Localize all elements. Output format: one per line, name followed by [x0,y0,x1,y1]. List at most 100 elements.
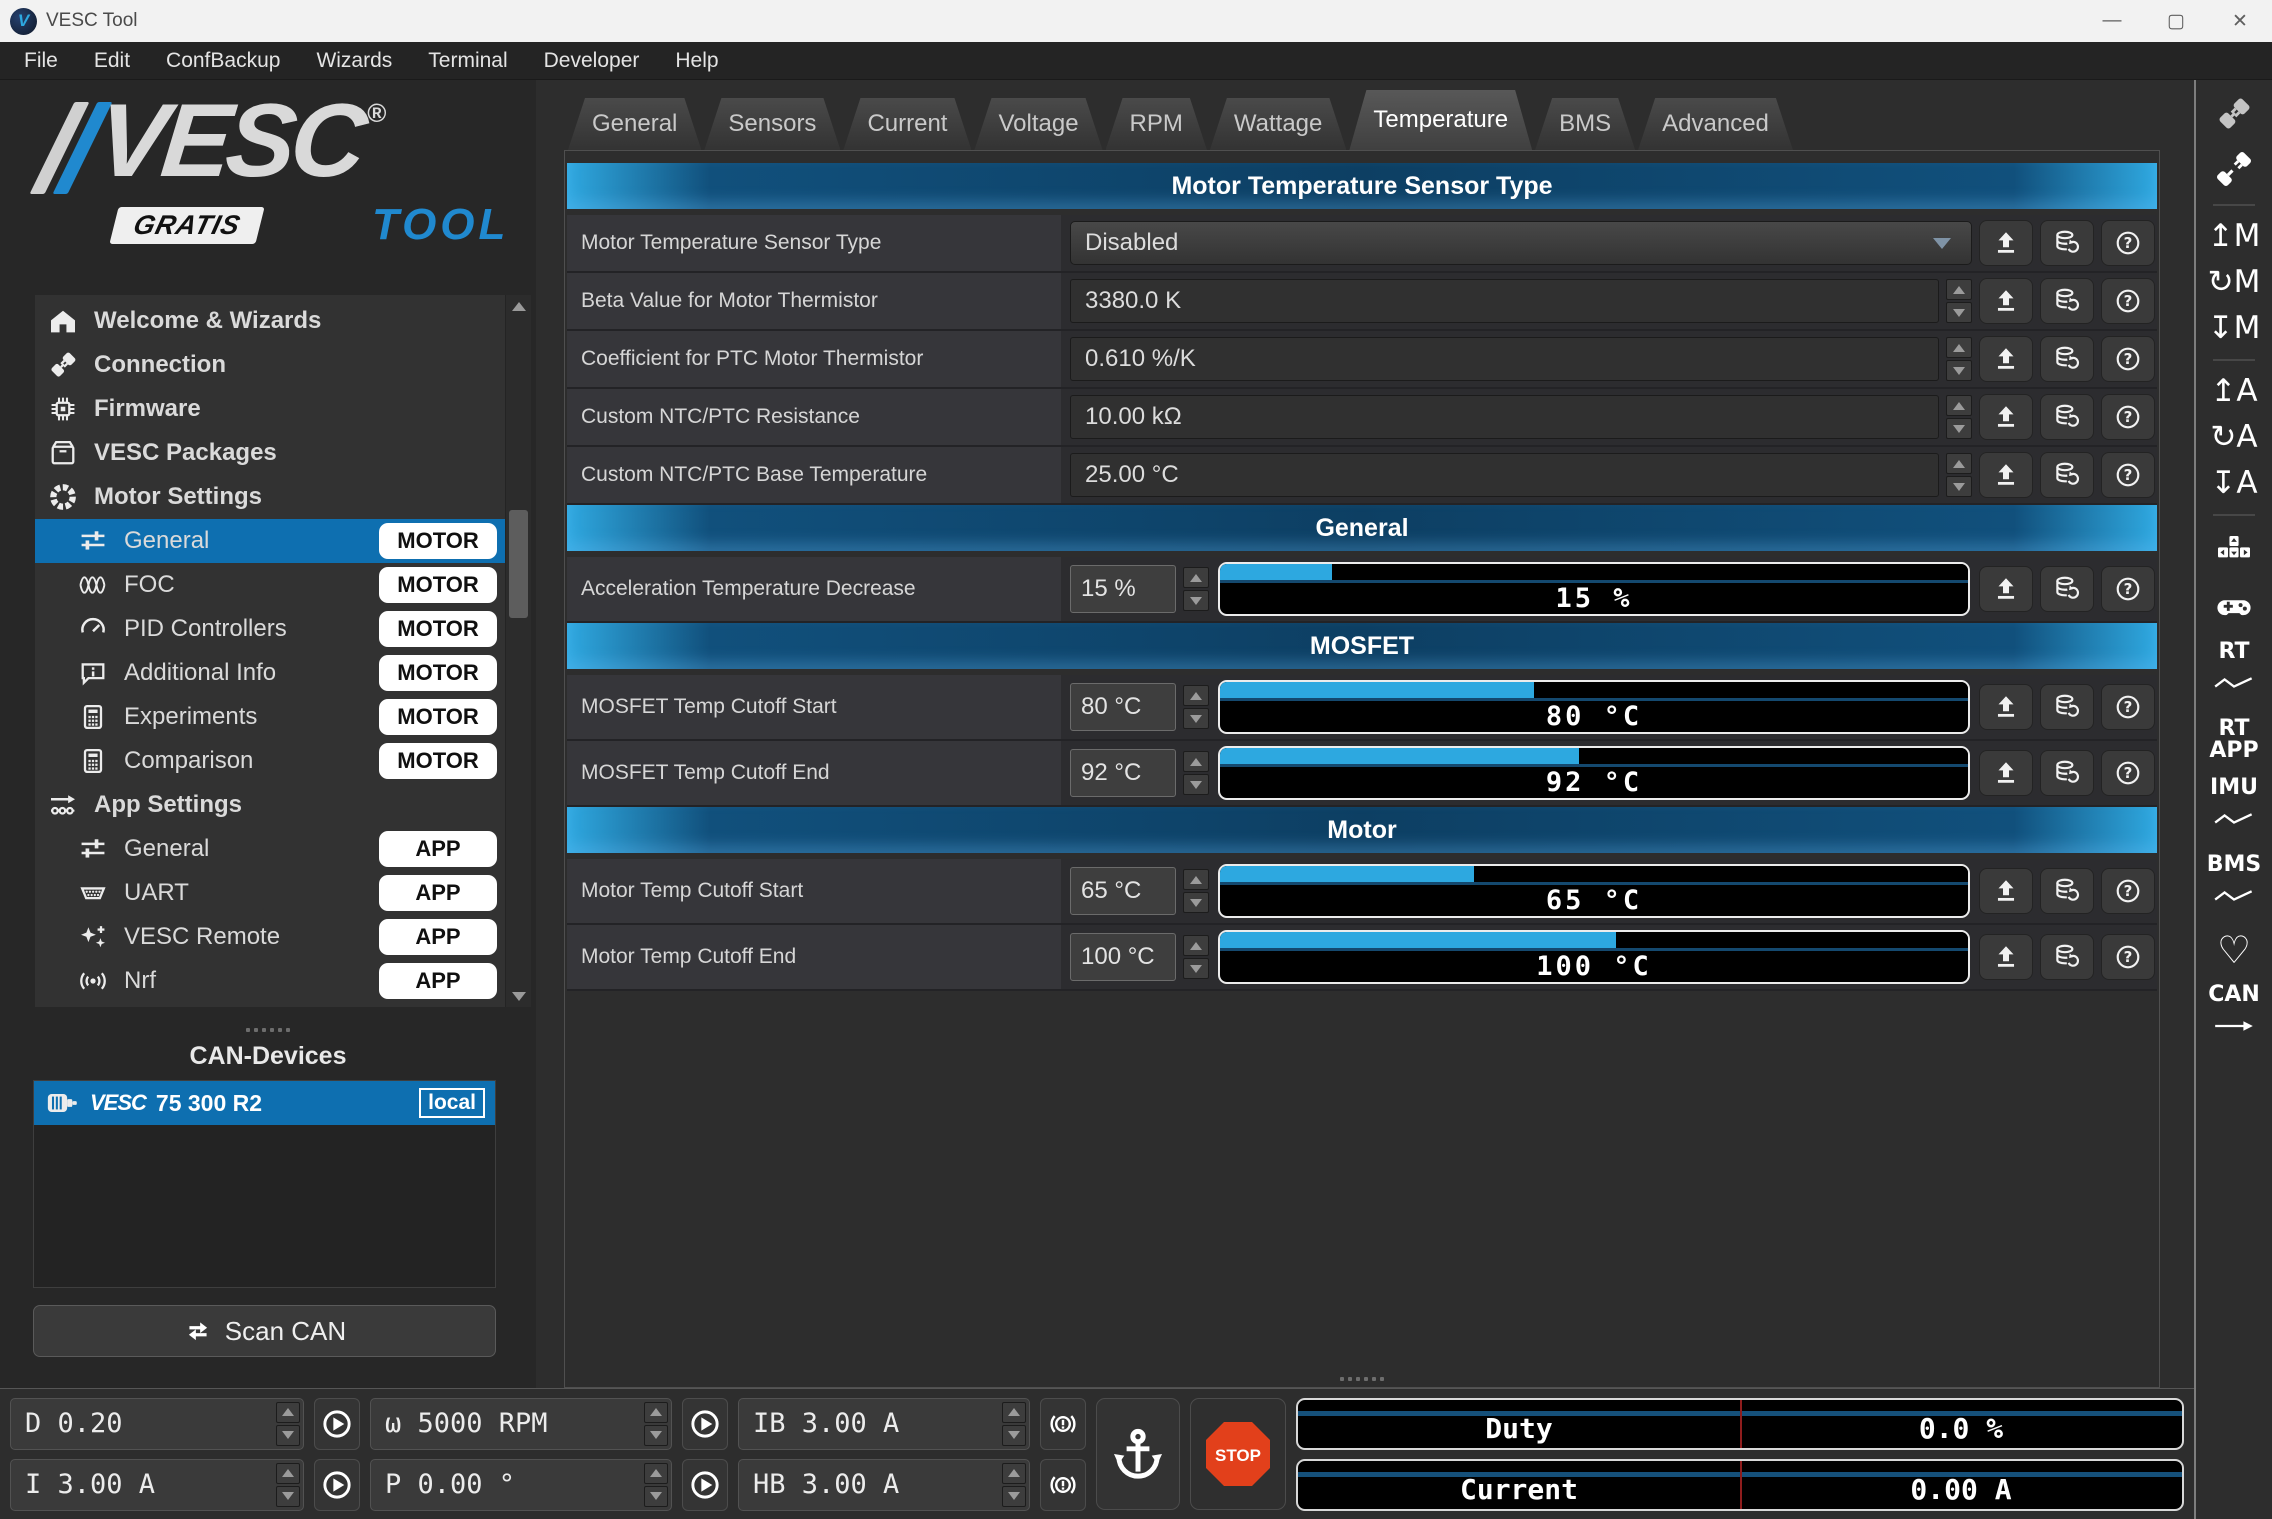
mosfet-cutoff-end-field[interactable]: 92 °C [1070,749,1176,797]
restore-default-button[interactable] [2040,278,2094,324]
value-stepper[interactable] [1946,279,1972,323]
mosfet-cutoff-start-field[interactable]: 80 °C [1070,683,1176,731]
connect-button[interactable] [2214,94,2254,134]
splitter-handle[interactable] [565,1377,2159,1381]
value-stepper[interactable] [999,1399,1029,1449]
sidebar-item-motor-general[interactable]: General MOTOR [35,519,531,563]
beta-value-field[interactable]: 3380.0 K [1070,279,1939,323]
sidebar-item-welcome-wizards[interactable]: Welcome & Wizards [35,299,531,343]
ntc-resistance-field[interactable]: 10.00 kΩ [1070,395,1939,439]
close-button[interactable]: ✕ [2208,0,2272,42]
handbrake-button[interactable] [1040,1459,1086,1511]
imu-data-button[interactable]: IMU [2210,777,2258,839]
menu-developer[interactable]: Developer [528,42,656,79]
sidebar-item-app-settings[interactable]: App Settings [35,783,531,827]
can-device-item[interactable]: VESC 75 300 R2 local [34,1081,495,1125]
bms-data-button[interactable]: BMS [2207,854,2262,916]
brake-button[interactable] [1040,1398,1086,1450]
scroll-up-icon[interactable] [506,295,531,317]
value-stepper[interactable] [1183,567,1209,611]
motor-cutoff-end-field[interactable]: 100 °C [1070,933,1176,981]
restore-default-button[interactable] [2040,452,2094,498]
sidebar-item-connection[interactable]: Connection [35,343,531,387]
current-setpoint-field[interactable]: I 3.00 A [10,1459,304,1511]
sidebar-item-uart[interactable]: UART APP [35,871,531,915]
rpm-setpoint-field[interactable]: ω 5000 RPM [370,1398,672,1450]
accel-temp-decrease-field[interactable]: 15 % [1070,565,1176,613]
tab-advanced[interactable]: Advanced [1638,98,1793,150]
sidebar-item-vesc-remote[interactable]: VESC Remote APP [35,915,531,959]
run-current-button[interactable] [314,1459,360,1511]
motor-cutoff-start-field[interactable]: 65 °C [1070,867,1176,915]
help-button[interactable] [2101,336,2155,382]
motor-cutoff-start-slider[interactable]: 65 °C [1218,864,1970,918]
motor-cutoff-end-slider[interactable]: 100 °C [1218,930,1970,984]
help-button[interactable] [2101,220,2155,266]
sidebar-item-experiments[interactable]: Experiments MOTOR [35,695,531,739]
write-value-button[interactable] [1979,934,2033,980]
restore-default-button[interactable] [2040,394,2094,440]
menu-wizards[interactable]: Wizards [300,42,408,79]
disconnect-button[interactable] [2214,149,2254,189]
menu-file[interactable]: File [8,42,74,79]
sensor-type-dropdown[interactable]: Disabled [1070,221,1972,265]
value-stepper[interactable] [1946,337,1972,381]
write-value-button[interactable] [1979,868,2033,914]
menu-help[interactable]: Help [659,42,734,79]
reread-motor-config-button[interactable]: ↻M [2208,267,2261,298]
write-app-config-button[interactable]: ↥A [2210,376,2257,407]
position-setpoint-field[interactable]: P 0.00 ° [370,1459,672,1511]
handbrake-current-field[interactable]: HB 3.00 A [738,1459,1030,1511]
sidebar-item-vesc-packages[interactable]: VESC Packages [35,431,531,475]
gamepad-control-button[interactable] [2214,586,2254,626]
value-stepper[interactable] [273,1460,303,1510]
scan-can-button[interactable]: Scan CAN [33,1305,496,1357]
sidebar-item-app-general[interactable]: General APP [35,827,531,871]
rt-app-data-button[interactable]: RTAPP [2209,718,2258,762]
keep-position-button[interactable] [1096,1398,1180,1510]
value-stepper[interactable] [999,1460,1029,1510]
write-value-button[interactable] [1979,278,2033,324]
help-button[interactable] [2101,394,2155,440]
rt-data-button[interactable]: RT [2214,641,2254,703]
ptc-coefficient-field[interactable]: 0.610 %/K [1070,337,1939,381]
favorites-button[interactable]: ♡ [2217,931,2251,969]
mosfet-cutoff-end-slider[interactable]: 92 °C [1218,746,1970,800]
sidebar-item-comparison[interactable]: Comparison MOTOR [35,739,531,783]
value-stepper[interactable] [1946,453,1972,497]
write-motor-config-button[interactable]: ↥M [2208,221,2261,252]
ntc-base-temp-field[interactable]: 25.00 °C [1070,453,1939,497]
restore-default-button[interactable] [2040,684,2094,730]
help-button[interactable] [2101,684,2155,730]
sidebar-item-foc[interactable]: FOC MOTOR [35,563,531,607]
brake-current-field[interactable]: IB 3.00 A [738,1398,1030,1450]
duty-setpoint-field[interactable]: D 0.20 [10,1398,304,1450]
write-value-button[interactable] [1979,220,2033,266]
tab-voltage[interactable]: Voltage [974,98,1102,150]
value-stepper[interactable] [1183,751,1209,795]
write-value-button[interactable] [1979,336,2033,382]
value-stepper[interactable] [1183,869,1209,913]
restore-default-button[interactable] [2040,750,2094,796]
value-stepper[interactable] [641,1460,671,1510]
accel-temp-decrease-slider[interactable]: 15 % [1218,562,1970,616]
maximize-button[interactable]: ▢ [2144,0,2208,42]
splitter-handle[interactable] [0,1028,536,1032]
write-value-button[interactable] [1979,566,2033,612]
scroll-down-icon[interactable] [506,985,531,1007]
tab-general[interactable]: General [568,98,701,150]
restore-default-button[interactable] [2040,220,2094,266]
run-rpm-button[interactable] [682,1398,728,1450]
help-button[interactable] [2101,868,2155,914]
keyboard-control-button[interactable] [2214,531,2254,571]
value-stepper[interactable] [273,1399,303,1449]
help-button[interactable] [2101,566,2155,612]
sidebar-item-nrf[interactable]: Nrf APP [35,959,531,1003]
write-value-button[interactable] [1979,684,2033,730]
scrollbar-handle[interactable] [509,510,528,618]
reread-app-config-button[interactable]: ↻A [2210,422,2257,453]
run-duty-button[interactable] [314,1398,360,1450]
tab-rpm[interactable]: RPM [1106,98,1207,150]
value-stepper[interactable] [641,1399,671,1449]
tab-sensors[interactable]: Sensors [704,98,840,150]
